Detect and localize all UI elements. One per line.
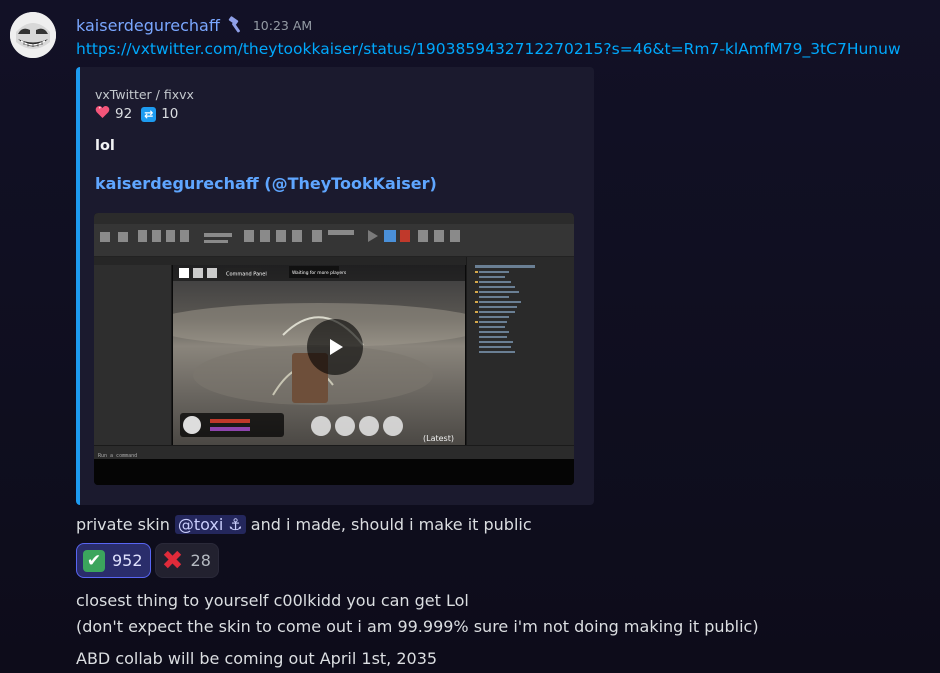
timestamp: 10:23 AM (252, 17, 313, 33)
message-line: ABD collab will be coming out April 1st,… (76, 649, 438, 668)
tweet-link[interactable]: https://vxtwitter.com/theytookkaiser/sta… (76, 40, 940, 58)
retweet-icon: ⇄ (141, 106, 157, 122)
video-health-bar (180, 413, 284, 437)
avatar[interactable] (10, 12, 56, 58)
user-mention[interactable]: @toxi ⚓ (174, 515, 246, 534)
video-controls-bar (94, 459, 574, 485)
video-studio-explorer (466, 257, 574, 445)
video-game-hud: Command Panel Waiting for more players (173, 265, 465, 281)
link-embed: vxTwitter / fixvx 92 ⇄ 10 lol kaiserdegu… (76, 67, 594, 505)
video-studio-properties (94, 265, 172, 445)
caption-text-after: and i made, should i make it public (250, 515, 532, 534)
hammer-icon[interactable] (226, 15, 246, 35)
retweets-count: 10 (161, 106, 179, 122)
username[interactable]: kaiserdegurechaff (76, 16, 220, 35)
reaction-count: 952 (112, 551, 143, 570)
play-icon[interactable] (307, 319, 363, 375)
likes-count: 92 (115, 106, 133, 122)
heart-icon (95, 105, 110, 123)
video-studio-ribbon (94, 224, 574, 257)
cross-mark-icon: ✖ (161, 545, 184, 576)
reaction-check[interactable]: ✔ 952 (76, 543, 151, 578)
video-hud-banner: Waiting for more players (292, 270, 347, 276)
message-line: (don't expect the skin to come out i am … (76, 617, 759, 636)
video-command-bar: Run a command (94, 445, 574, 459)
message-header: kaiserdegurechaff 10:23 AM (76, 12, 312, 38)
caption-text-before: private skin (76, 515, 170, 534)
reaction-count: 28 (190, 551, 211, 570)
check-mark-icon: ✔ (83, 549, 105, 572)
chat-message: kaiserdegurechaff 10:23 AM https://vxtwi… (0, 0, 940, 673)
video-game-label: (Latest) (423, 434, 454, 443)
reactions: ✔ 952 ✖ 28 (76, 543, 219, 578)
embed-stats: 92 ⇄ 10 (95, 105, 178, 123)
embed-author[interactable]: kaiserdegurechaff (@TheyTookKaiser) (95, 174, 437, 193)
embed-provider: vxTwitter / fixvx (95, 87, 194, 102)
video-studio-titlebar (94, 213, 574, 224)
video-command-panel: Command Panel (226, 272, 267, 278)
message-caption: private skin @toxi ⚓ and i made, should … (76, 515, 532, 534)
reaction-cross[interactable]: ✖ 28 (154, 543, 219, 578)
embed-description: lol (95, 138, 115, 154)
message-line: closest thing to yourself c00lkidd you c… (76, 591, 469, 610)
video-player[interactable]: (Latest) Command Panel Waiting for more … (94, 213, 574, 485)
